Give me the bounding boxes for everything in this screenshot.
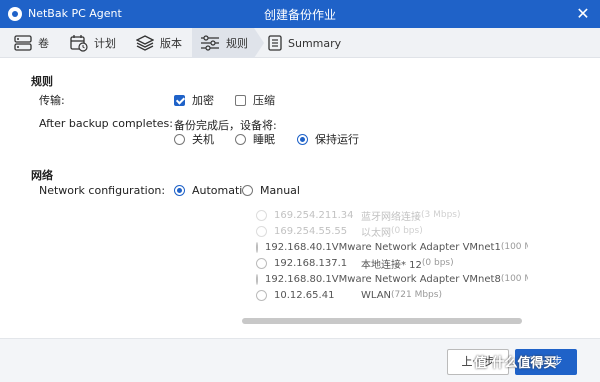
mode-automatic[interactable]: Automatic — [174, 184, 248, 197]
adapter-name: WLAN — [361, 289, 392, 301]
adapter-name: 蓝牙网络连接 — [361, 211, 421, 223]
adapter-speed: (100 Mbps) — [500, 274, 528, 284]
adapter-speed: (0 bps) — [421, 258, 454, 268]
step-label: 卷 — [38, 37, 49, 50]
adapter-row[interactable]: 10.12.65.41 WLAN (721 Mbps) — [256, 287, 528, 303]
adapter-row[interactable]: 192.168.80.1 VMware Network Adapter VMne… — [256, 271, 528, 287]
wizard-steps: 卷 计划 版本 规则 Summary — [0, 28, 600, 58]
radio[interactable] — [235, 133, 246, 145]
transfer-label: 传输: — [39, 94, 65, 107]
adapter-name: VMware Network Adapter VMnet1 — [331, 241, 501, 253]
network-config-label: Network configuration: — [39, 184, 166, 197]
step-summary[interactable]: Summary — [268, 28, 341, 58]
window-title: 创建备份作业 — [263, 8, 336, 22]
watermark: 值 什么值得买 — [474, 356, 557, 371]
step-version[interactable]: 版本 — [136, 28, 182, 58]
option-label: 关机 — [192, 133, 214, 146]
network-section-title: 网络 — [31, 169, 53, 182]
option-label: 睡眠 — [253, 133, 275, 146]
step-label: 规则 — [226, 37, 248, 50]
drive-icon — [14, 35, 32, 51]
adapter-row[interactable]: 192.168.40.1 VMware Network Adapter VMne… — [256, 239, 528, 255]
option-keep-running[interactable]: 保持运行 — [297, 131, 359, 147]
layers-icon — [136, 35, 154, 51]
adapter-ip: 192.168.137.1 — [274, 257, 348, 269]
encrypt-check-box[interactable] — [174, 94, 185, 106]
adapter-ip: 192.168.80.1 — [265, 273, 332, 285]
adapter-row[interactable]: 192.168.137.1 本地连接* 12 (0 bps) — [256, 255, 528, 271]
step-schedule[interactable]: 计划 — [70, 28, 116, 58]
rules-section-title: 规则 — [31, 75, 53, 88]
radio[interactable] — [242, 185, 253, 196]
calendar-icon — [70, 35, 88, 52]
adapter-name: VMware Network Adapter VMnet8 — [331, 273, 501, 285]
radio[interactable] — [256, 257, 267, 269]
step-volume[interactable]: 卷 — [14, 28, 49, 58]
adapter-speed: (721 Mbps) — [391, 290, 442, 300]
adapter-name: 以太网 — [361, 227, 391, 239]
step-label: 版本 — [160, 37, 182, 50]
compress-checkbox[interactable]: 压缩 — [235, 92, 275, 108]
step-arrow — [254, 28, 264, 58]
horizontal-scrollbar[interactable] — [242, 318, 522, 324]
adapter-row[interactable]: 169.254.211.34 蓝牙网络连接 (3 Mbps) — [256, 207, 528, 223]
option-sleep[interactable]: 睡眠 — [235, 131, 275, 147]
radio[interactable] — [256, 241, 258, 253]
adapter-speed: (3 Mbps) — [421, 210, 461, 220]
after-backup-label: After backup completes: — [39, 117, 173, 130]
step-label: 计划 — [94, 37, 116, 50]
adapter-row[interactable]: 169.254.55.55 以太网 (0 bps) — [256, 223, 528, 239]
mode-manual[interactable]: Manual — [242, 184, 300, 197]
mode-label: Automatic — [192, 184, 249, 197]
option-shutdown[interactable]: 关机 — [174, 131, 214, 147]
option-label: 保持运行 — [315, 133, 359, 146]
adapter-ip: 169.254.55.55 — [274, 225, 348, 237]
adapter-ip: 192.168.40.1 — [265, 241, 332, 253]
step-label: Summary — [288, 36, 342, 50]
radio[interactable] — [256, 225, 267, 237]
radio[interactable] — [256, 289, 267, 301]
adapter-ip: 169.254.211.34 — [274, 209, 354, 221]
radio[interactable] — [174, 185, 185, 196]
radio[interactable] — [256, 273, 258, 285]
adapter-speed: (0 bps) — [391, 226, 423, 236]
adapter-ip: 10.12.65.41 — [274, 289, 335, 301]
adapter-speed: (100 Mbps) — [500, 242, 528, 252]
list-icon — [268, 35, 282, 51]
mode-label: Manual — [260, 184, 300, 197]
compress-check-box[interactable] — [235, 94, 246, 106]
compress-label: 压缩 — [253, 94, 275, 107]
sliders-icon — [201, 35, 219, 51]
encrypt-checkbox[interactable]: 加密 — [174, 92, 214, 108]
close-button[interactable]: ✕ — [572, 3, 594, 25]
radio[interactable] — [256, 209, 267, 221]
title-bar: NetBak PC Agent 创建备份作业 ✕ — [0, 0, 600, 28]
radio[interactable] — [297, 133, 308, 145]
step-rules[interactable]: 规则 — [192, 28, 264, 58]
radio[interactable] — [174, 133, 185, 145]
adapter-name: 本地连接* 12 — [361, 259, 422, 271]
scrollbar-thumb[interactable] — [242, 318, 522, 324]
encrypt-label: 加密 — [192, 94, 214, 107]
